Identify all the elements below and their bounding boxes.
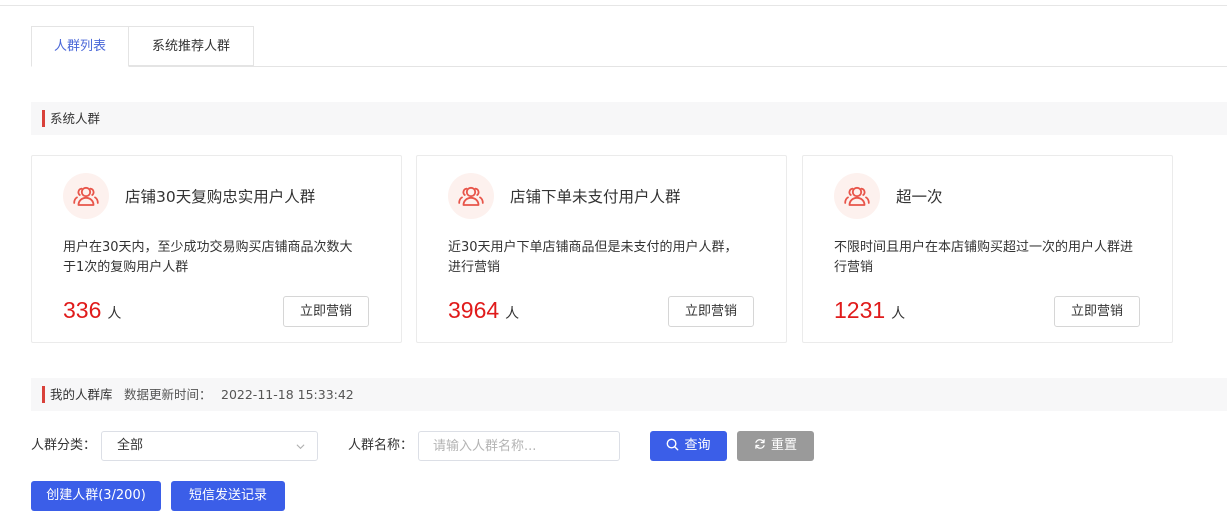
crowd-count-unit: 人 xyxy=(107,306,122,322)
crowd-card: 店铺下单未支付用户人群 近30天用户下单店铺商品但是未支付的用户人群，进行营销 … xyxy=(416,155,787,343)
users-icon xyxy=(834,173,880,219)
market-now-button[interactable]: 立即营销 xyxy=(668,296,754,327)
top-divider xyxy=(0,5,1227,6)
search-icon xyxy=(667,438,679,450)
crowd-name: 店铺30天复购忠实用户人群 xyxy=(125,188,316,206)
crowd-count-row: 3964 人 xyxy=(448,297,519,324)
reset-button-label: 重置 xyxy=(770,438,797,453)
crowd-name: 超一次 xyxy=(896,188,943,206)
crowd-description: 不限时间且用户在本店铺购买超过一次的用户人群进行营销 xyxy=(834,240,1134,275)
section-title: 系统人群 xyxy=(50,111,101,126)
crowd-count: 3964 xyxy=(448,297,500,323)
crowd-name: 店铺下单未支付用户人群 xyxy=(510,188,681,206)
crowd-name-input[interactable] xyxy=(418,431,620,461)
crowd-name-label: 人群名称： xyxy=(348,438,414,453)
crowd-count-unit: 人 xyxy=(891,306,906,322)
system-crowd-header: 系统人群 xyxy=(31,102,1227,135)
category-label: 人群分类： xyxy=(31,438,97,453)
category-select[interactable]: 全部 xyxy=(101,431,318,461)
market-now-button[interactable]: 立即营销 xyxy=(1054,296,1140,327)
crowd-card: 超一次 不限时间且用户在本店铺购买超过一次的用户人群进行营销 1231 人 立即营… xyxy=(802,155,1173,343)
crowd-description: 用户在30天内，至少成功交易购买店铺商品次数大于1次的复购用户人群 xyxy=(63,240,353,275)
tab-bar: 人群列表 系统推荐人群 xyxy=(31,26,1227,67)
crowd-count: 336 xyxy=(63,297,102,323)
crowd-card: 店铺30天复购忠实用户人群 用户在30天内，至少成功交易购买店铺商品次数大于1次… xyxy=(31,155,402,343)
chevron-down-icon xyxy=(296,444,305,450)
query-button[interactable]: 查询 xyxy=(650,431,727,461)
create-crowd-button[interactable]: 创建人群(3/200) xyxy=(31,481,161,511)
sms-records-button[interactable]: 短信发送记录 xyxy=(171,481,285,511)
market-now-button[interactable]: 立即营销 xyxy=(283,296,369,327)
query-button-label: 查询 xyxy=(684,438,711,453)
update-time-label: 数据更新时间： xyxy=(124,387,212,402)
users-icon xyxy=(448,173,494,219)
crowd-count-row: 336 人 xyxy=(63,297,121,324)
crowd-description: 近30天用户下单店铺商品但是未支付的用户人群，进行营销 xyxy=(448,240,738,275)
update-time-value: 2022-11-18 15:33:42 xyxy=(221,387,354,402)
refresh-icon xyxy=(755,439,765,449)
section-marker xyxy=(42,110,45,127)
section-title: 我的人群库 xyxy=(50,387,113,402)
section-marker xyxy=(42,386,45,403)
tab-crowd-list[interactable]: 人群列表 xyxy=(31,26,129,67)
category-select-value: 全部 xyxy=(117,438,144,453)
tab-recommended-crowd[interactable]: 系统推荐人群 xyxy=(128,26,254,66)
crowd-count-unit: 人 xyxy=(505,306,520,322)
crowd-count-row: 1231 人 xyxy=(834,297,905,324)
crowd-count: 1231 xyxy=(834,297,886,323)
users-icon xyxy=(63,173,109,219)
reset-button[interactable]: 重置 xyxy=(737,431,814,461)
my-crowd-library-header: 我的人群库 数据更新时间： 2022-11-18 15:33:42 xyxy=(31,378,1227,411)
